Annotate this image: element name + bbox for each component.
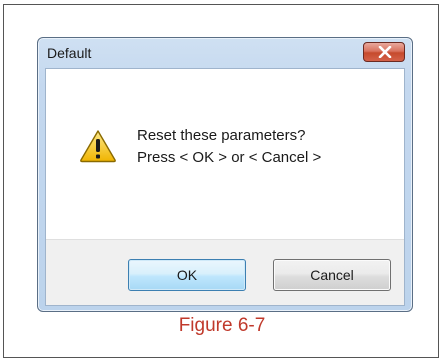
message-dialog: Default Reset these parameters? Press < … bbox=[37, 37, 413, 312]
figure-caption: Figure 6-7 bbox=[178, 315, 266, 336]
close-icon bbox=[378, 46, 392, 58]
button-bar: OK Cancel bbox=[46, 239, 404, 305]
cancel-button[interactable]: Cancel bbox=[273, 259, 391, 291]
message-text-line-1: Reset these parameters? bbox=[137, 127, 306, 144]
close-button[interactable] bbox=[363, 42, 405, 62]
dialog-content: Reset these parameters? Press < OK > or … bbox=[45, 68, 405, 306]
dialog-titlebar[interactable]: Default bbox=[38, 38, 412, 68]
dialog-title: Default bbox=[47, 45, 92, 61]
figure-frame: Default Reset these parameters? Press < … bbox=[3, 4, 439, 358]
message-text-line-2: Press < OK > or < Cancel > bbox=[137, 149, 322, 166]
warning-icon bbox=[80, 130, 116, 163]
message-area: Reset these parameters? Press < OK > or … bbox=[46, 69, 404, 239]
ok-button[interactable]: OK bbox=[128, 259, 246, 291]
